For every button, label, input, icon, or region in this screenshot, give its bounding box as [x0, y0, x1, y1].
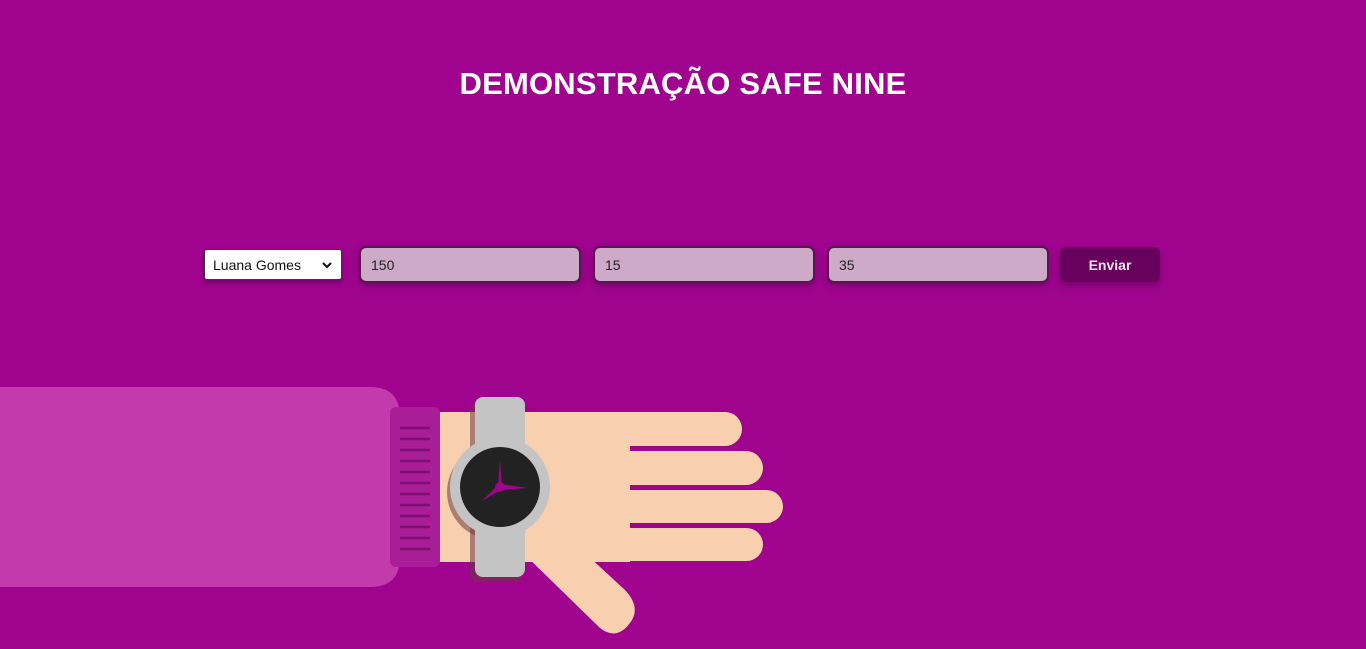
value-input-1-text: 150: [371, 256, 395, 273]
finger-1: [600, 412, 742, 446]
finger-4: [600, 528, 763, 561]
finger-3: [600, 490, 783, 523]
value-input-2[interactable]: 15: [593, 246, 815, 283]
sleeve: [0, 387, 400, 587]
cuff: [390, 407, 440, 567]
chevron-down-icon: [322, 261, 332, 268]
value-input-2-text: 15: [605, 256, 621, 273]
value-input-3[interactable]: 35: [827, 246, 1049, 283]
page: DEMONSTRAÇÃO SAFE NINE Luana Gomes 150 1…: [0, 0, 1366, 649]
finger-2: [600, 451, 763, 485]
person-select[interactable]: Luana Gomes: [204, 249, 342, 280]
page-title: DEMONSTRAÇÃO SAFE NINE: [459, 66, 907, 101]
demo-form: Luana Gomes 150 15 35 Enviar: [0, 246, 1366, 284]
value-input-1[interactable]: 150: [359, 246, 581, 283]
value-input-3-text: 35: [839, 256, 855, 273]
submit-button[interactable]: Enviar: [1060, 247, 1160, 282]
hand-illustration: [0, 387, 783, 634]
person-select-value: Luana Gomes: [213, 256, 301, 273]
